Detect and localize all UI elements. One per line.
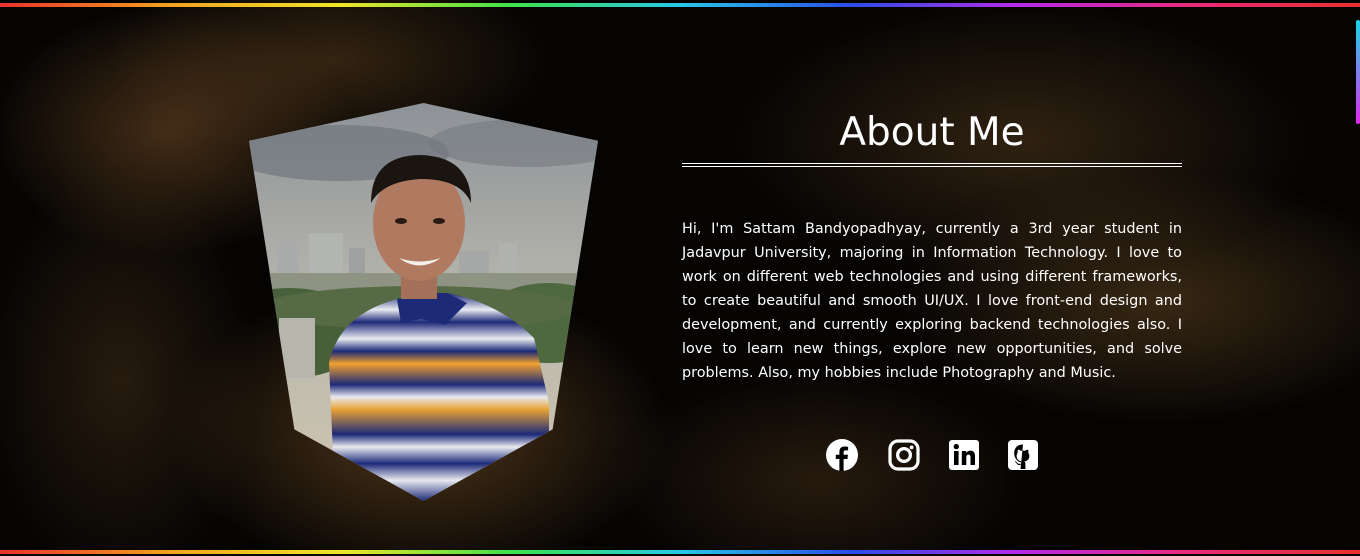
linkedin-icon [949, 440, 979, 470]
github-icon [1008, 440, 1038, 470]
github-link[interactable] [1006, 438, 1040, 472]
about-bio: Hi, I'm Sattam Bandyopadhyay, currently … [682, 221, 1182, 381]
facebook-icon [826, 439, 858, 471]
linkedin-link[interactable] [947, 438, 981, 472]
about-section: About Me Hi, I'm Sattam Bandyopadhyay, c… [682, 110, 1182, 385]
social-links [825, 438, 1040, 472]
instagram-link[interactable] [887, 438, 921, 472]
title-divider [682, 163, 1182, 167]
bottom-rainbow-bar [0, 550, 1360, 554]
facebook-link[interactable] [825, 438, 859, 472]
instagram-icon [888, 439, 920, 471]
scrollbar-thumb[interactable] [1356, 20, 1360, 124]
top-rainbow-bar [0, 3, 1360, 7]
page-title: About Me [839, 110, 1025, 155]
